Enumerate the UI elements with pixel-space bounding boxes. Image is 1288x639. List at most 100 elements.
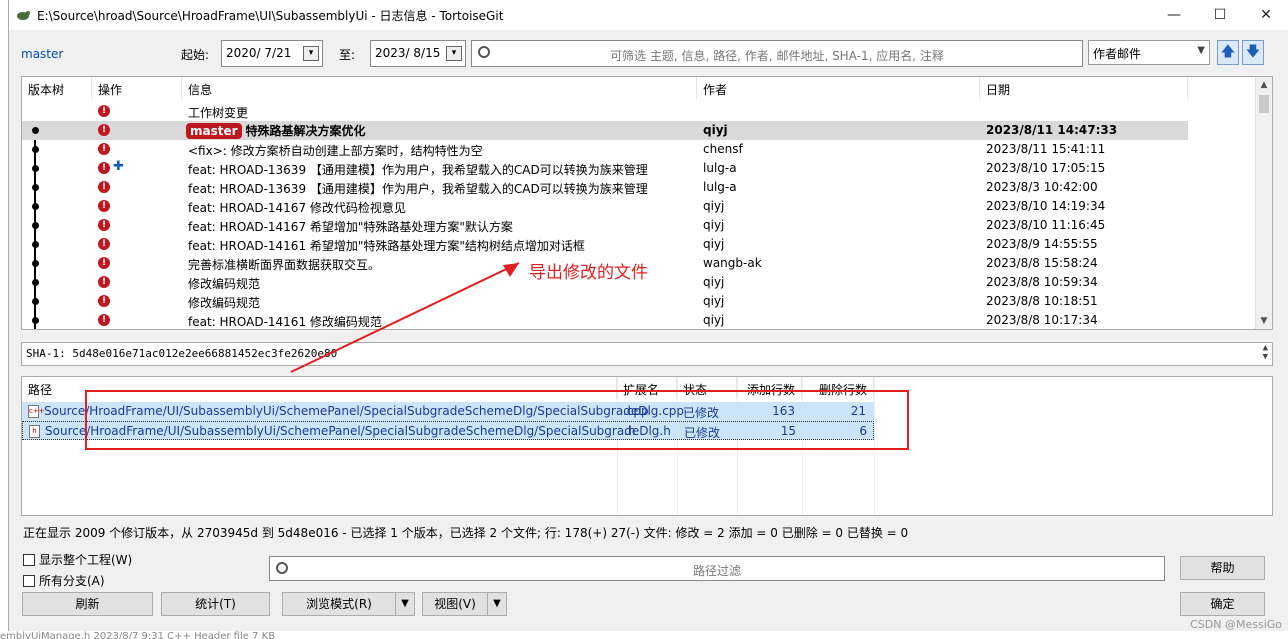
log-date: 2023/8/3 10:42:00 xyxy=(986,180,1098,194)
filter-field-select[interactable]: 作者邮件 ▼ xyxy=(1088,40,1210,65)
from-date-picker[interactable]: 2020/ 7/21 ▾ xyxy=(221,40,323,67)
chevron-down-icon: ▼ xyxy=(1197,45,1205,56)
title-bar: E:\Source\hroad\Source\HroadFrame\UI\Sub… xyxy=(9,0,1288,30)
path-filter-input[interactable]: 路径过滤 xyxy=(269,556,1165,581)
maximize-button[interactable]: ☐ xyxy=(1197,0,1243,30)
commit-dot xyxy=(32,203,39,210)
log-row[interactable]: ! <fix>: 修改方案桥自动创建上部方案时，结构特性为空 chensf 20… xyxy=(22,140,1188,159)
scroll-thumb[interactable] xyxy=(1259,95,1269,113)
log-row[interactable]: ! feat: HROAD-14167 希望增加"特殊路基处理方案"默认方案 q… xyxy=(22,216,1188,235)
column-header-author[interactable]: 作者 xyxy=(697,77,980,99)
log-row[interactable]: ! 修改编码规范 qiyj 2023/8/8 10:18:51 xyxy=(22,292,1188,311)
log-row[interactable]: ! feat: HROAD-14161 修改编码规范 qiyj 2023/8/8… xyxy=(22,311,1188,329)
modified-icon: ! xyxy=(98,238,110,250)
commit-dot xyxy=(32,165,39,172)
modified-icon: ! xyxy=(98,105,110,117)
modified-icon: ! xyxy=(98,124,110,136)
filter-field-value: 作者邮件 xyxy=(1093,47,1142,61)
log-message: 修改编码规范 xyxy=(188,296,261,310)
cpp-file-icon: c++ xyxy=(28,405,45,418)
log-filter-input[interactable]: 可筛选 主题, 信息, 路径, 作者, 邮件地址, SHA-1, 应用名, 注释 xyxy=(471,40,1083,67)
window-title: E:\Source\hroad\Source\HroadFrame\UI\Sub… xyxy=(37,8,504,23)
log-message: feat: HROAD-13639 【通用建模】作为用户，我希望载入的CAD可以… xyxy=(188,163,648,177)
log-row[interactable]: ! ✚ feat: HROAD-13639 【通用建模】作为用户，我希望载入的C… xyxy=(22,159,1188,178)
log-message: feat: HROAD-13639 【通用建模】作为用户，我希望载入的CAD可以… xyxy=(188,182,648,196)
log-message: 修改编码规范 xyxy=(188,277,261,291)
status-bar-text: 正在显示 2009 个修订版本，从 2703945d 到 5d48e016 - … xyxy=(23,526,909,540)
checkbox-box[interactable] xyxy=(23,574,35,587)
commit-dot xyxy=(32,279,39,286)
column-header-date[interactable]: 日期 xyxy=(980,77,1188,99)
log-row[interactable]: ! feat: HROAD-13639 【通用建模】作为用户，我希望载入的CAD… xyxy=(22,178,1188,197)
log-message: feat: HROAD-14167 修改代码检视意见 xyxy=(188,201,406,215)
commit-dot xyxy=(32,146,39,153)
browse-mode-button[interactable]: 浏览模式(R) xyxy=(282,592,396,616)
from-date-value: 2020/ 7/21 xyxy=(226,46,292,60)
modified-icon: ! xyxy=(98,314,110,326)
help-button[interactable]: 帮助 xyxy=(1180,556,1265,580)
log-date: 2023/8/10 14:19:34 xyxy=(986,199,1106,213)
log-author: chensf xyxy=(703,142,743,156)
annotation-highlight-box xyxy=(85,390,909,450)
commit-detail-box[interactable]: SHA-1: 5d48e016e71ac012e2ee66881452ec3fe… xyxy=(21,342,1273,366)
watermark-text: CSDN @MessiGo xyxy=(1190,618,1282,631)
revision-list[interactable]: 版本树 操作 信息 作者 日期 ! 工作树变更 ! master 特殊路基解决方案… xyxy=(21,76,1273,330)
minimize-button[interactable]: — xyxy=(1151,0,1197,30)
checkbox-label: 所有分支(A) xyxy=(39,574,105,588)
added-icon: ✚ xyxy=(113,159,124,174)
checkbox-box[interactable] xyxy=(23,553,35,566)
calendar-icon[interactable]: ▾ xyxy=(446,46,462,61)
log-row[interactable]: ! feat: HROAD-14167 修改代码检视意见 qiyj 2023/8… xyxy=(22,197,1188,216)
log-scrollbar[interactable]: ▲ ▼ xyxy=(1255,77,1272,329)
h-file-icon: h xyxy=(29,425,40,438)
close-button[interactable]: ✕ xyxy=(1243,0,1288,30)
arrow-down-button[interactable]: 🡇 xyxy=(1242,40,1264,65)
statistics-button[interactable]: 统计(T) xyxy=(161,592,270,616)
log-author: qiyj xyxy=(703,313,725,327)
view-button[interactable]: 视图(V) xyxy=(422,592,488,616)
log-filter-placeholder: 可筛选 主题, 信息, 路径, 作者, 邮件地址, SHA-1, 应用名, 注释 xyxy=(610,49,944,63)
log-date: 2023/8/11 15:41:11 xyxy=(986,142,1106,156)
commit-dot xyxy=(32,127,39,134)
path-filter-placeholder: 路径过滤 xyxy=(692,564,741,578)
commit-dot xyxy=(32,222,39,229)
log-row[interactable]: ! master 特殊路基解决方案优化 qiyj 2023/8/11 14:47:… xyxy=(22,121,1188,140)
log-date: 2023/8/8 10:59:34 xyxy=(986,275,1098,289)
log-row-working-tree[interactable]: ! 工作树变更 xyxy=(22,102,1188,121)
all-branches-checkbox[interactable]: 所有分支(A) xyxy=(23,572,105,589)
spin-arrows-icon[interactable]: ▲ ▼ xyxy=(1263,344,1268,362)
calendar-icon[interactable]: ▾ xyxy=(303,46,319,61)
log-message: 工作树变更 xyxy=(188,106,249,120)
log-date: 2023/8/9 14:55:55 xyxy=(986,237,1098,251)
log-date: 2023/8/8 15:58:24 xyxy=(986,256,1098,270)
log-date: 2023/8/10 11:16:45 xyxy=(986,218,1106,232)
log-author: qiyj xyxy=(703,218,725,232)
commit-dot xyxy=(32,184,39,191)
show-whole-project-checkbox[interactable]: 显示整个工程(W) xyxy=(23,551,132,568)
from-label: 起始: xyxy=(181,48,210,62)
log-row[interactable]: ! feat: HROAD-14161 希望增加"特殊路基处理方案"结构树结点增… xyxy=(22,235,1188,254)
refresh-button[interactable]: 刷新 xyxy=(22,592,153,616)
filter-toolbar: master 起始: 2020/ 7/21 ▾ 至: 2023/ 8/15 ▾ … xyxy=(9,40,1288,68)
log-author: qiyj xyxy=(703,237,725,251)
view-dropdown-icon[interactable]: ▼ xyxy=(487,592,507,616)
modified-icon: ! xyxy=(98,295,110,307)
branch-link[interactable]: master xyxy=(21,47,63,61)
checkbox-label: 显示整个工程(W) xyxy=(39,553,133,567)
log-message: 特殊路基解决方案优化 xyxy=(245,124,366,138)
background-file-row-text: emblyUiManage.h 2023/8/7 9:31 C++ Header… xyxy=(0,631,276,639)
to-date-value: 2023/ 8/15 xyxy=(375,46,441,60)
column-header-message[interactable]: 信息 xyxy=(182,77,697,99)
arrow-up-button[interactable]: 🡅 xyxy=(1217,40,1239,65)
column-header-graph[interactable]: 版本树 xyxy=(22,77,92,99)
column-header-actions[interactable]: 操作 xyxy=(92,77,182,99)
ok-button[interactable]: 确定 xyxy=(1180,592,1265,616)
scroll-down-icon[interactable]: ▼ xyxy=(1256,313,1272,329)
commit-dot xyxy=(32,260,39,267)
modified-icon: ! xyxy=(98,276,110,288)
browse-mode-dropdown-icon[interactable]: ▼ xyxy=(395,592,415,616)
to-date-picker[interactable]: 2023/ 8/15 ▾ xyxy=(370,40,466,67)
log-message-cell: master 特殊路基解决方案优化 xyxy=(186,122,366,139)
modified-icon: ! xyxy=(98,257,110,269)
scroll-up-icon[interactable]: ▲ xyxy=(1256,77,1272,93)
